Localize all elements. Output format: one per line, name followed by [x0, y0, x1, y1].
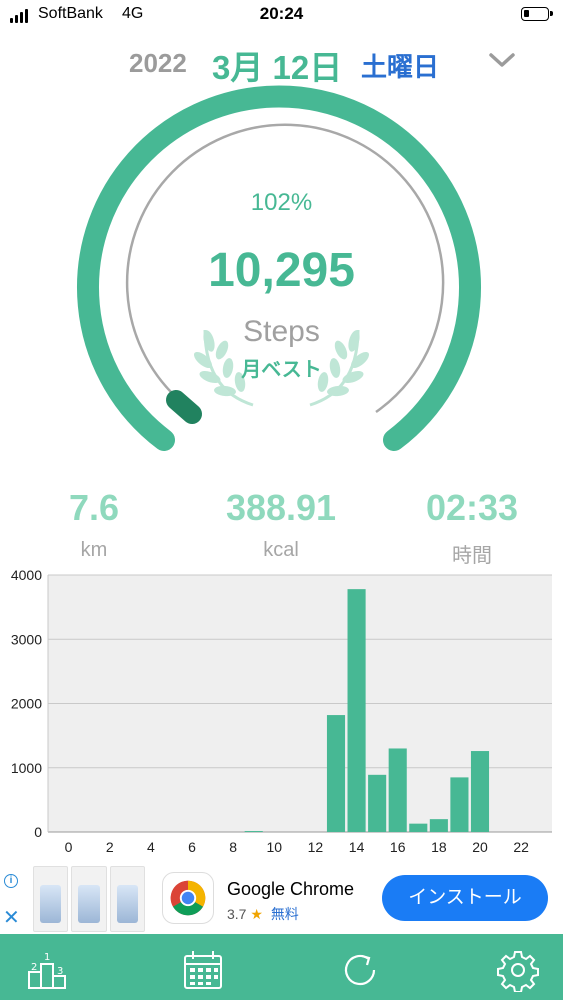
bottom-tab-bar: 12 3 — [0, 934, 563, 1000]
x-tick-label: 18 — [431, 839, 447, 855]
chart-bar — [388, 748, 407, 832]
gauge-progress-knob — [166, 390, 202, 424]
y-tick-label: 3000 — [11, 631, 42, 647]
step-count: 10,295 — [208, 244, 355, 297]
y-tick-label: 2000 — [11, 696, 42, 712]
ad-app-name: Google Chrome — [227, 879, 355, 899]
ad-price: 無料 — [270, 906, 299, 922]
date-header: 2022 3月 12日 土曜日 — [0, 40, 563, 86]
chart-bar — [470, 751, 490, 832]
chart-bar — [244, 831, 263, 832]
date-weekday: 土曜日 — [361, 52, 440, 82]
x-tick-label: 12 — [308, 839, 324, 855]
x-tick-label: 20 — [472, 839, 488, 855]
duration-value: 02:33 — [425, 487, 519, 528]
y-tick-label: 0 — [34, 824, 42, 840]
hourly-steps-chart-svg: 0 1000 2000 3000 4000 0 2 4 6 8 10 12 14 16 18 20 22 — [11, 567, 552, 855]
x-tick-label: 0 — [65, 839, 73, 855]
svg-text:3: 3 — [57, 966, 63, 977]
chart-bar — [429, 819, 448, 832]
svg-text:1: 1 — [44, 952, 50, 963]
distance-unit: km — [80, 539, 108, 561]
x-tick-label: 8 — [229, 839, 237, 855]
ad-rating-value: 3.7 — [227, 906, 247, 922]
x-tick-label: 16 — [390, 839, 406, 855]
x-tick-label: 4 — [147, 839, 155, 855]
ad-info-icon[interactable]: i — [4, 874, 18, 888]
x-tick-label: 2 — [106, 839, 114, 855]
svg-text:2: 2 — [31, 962, 37, 973]
x-tick-label: 6 — [188, 839, 196, 855]
date-month-day: 3月 12日 — [212, 49, 343, 86]
stat-distance: 7.6 km — [0, 487, 188, 562]
calories-value: 388.91 — [225, 487, 337, 528]
x-tick-label: 22 — [513, 839, 529, 855]
y-tick-label: 1000 — [11, 760, 42, 776]
y-tick-label: 4000 — [11, 568, 42, 583]
settings-gear-icon[interactable] — [496, 948, 540, 992]
chevron-down-icon[interactable] — [486, 46, 518, 74]
battery-icon — [521, 7, 553, 21]
duration-unit: 時間 — [452, 545, 492, 567]
stat-calories: 388.91 kcal — [187, 487, 375, 562]
ad-banner[interactable]: i ✕ Google Chrome 3.7 ★ 無料 インストール — [0, 864, 563, 934]
goal-percent: 102% — [250, 189, 313, 216]
stat-duration: 02:33 時間 — [378, 487, 563, 568]
calendar-icon[interactable] — [181, 948, 225, 992]
ad-rating: 3.7 ★ 無料 — [227, 904, 299, 924]
star-icon: ★ — [250, 906, 263, 922]
calories-unit: kcal — [263, 539, 299, 561]
distance-value: 7.6 — [68, 487, 120, 528]
status-bar: SoftBank 4G 20:24 — [0, 0, 563, 30]
clock: 20:24 — [259, 4, 304, 23]
install-button[interactable]: インストール — [382, 875, 548, 921]
step-gauge: 102% 10,295 Steps 月ベスト — [0, 85, 563, 485]
ranking-podium-icon[interactable]: 12 3 — [26, 948, 70, 992]
chart-bar — [347, 589, 366, 832]
monthly-best-badge: 月ベスト — [241, 359, 322, 381]
chart-bar — [326, 715, 346, 832]
ad-screenshots — [33, 866, 145, 932]
date-year: 2022 — [129, 48, 187, 78]
chart-bar — [409, 823, 428, 832]
x-tick-label: 10 — [266, 839, 282, 855]
chart-bar — [368, 774, 387, 832]
steps-label: Steps — [243, 315, 320, 348]
ad-close-icon[interactable]: ✕ — [3, 908, 20, 928]
hourly-steps-chart: 0 1000 2000 3000 4000 0 2 4 6 8 10 12 14 16 18 20 22 — [0, 567, 563, 864]
refresh-icon[interactable] — [338, 948, 382, 992]
chrome-icon — [162, 872, 214, 924]
x-tick-label: 14 — [349, 839, 365, 855]
chart-bar — [450, 777, 469, 832]
